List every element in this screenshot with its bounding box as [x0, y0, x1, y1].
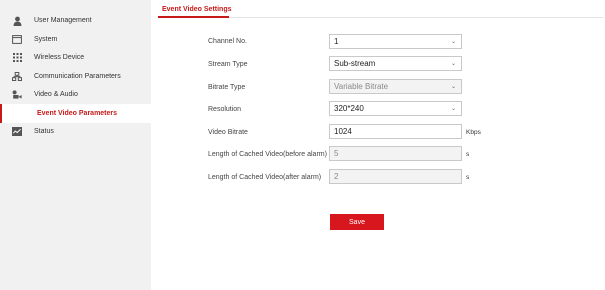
- sidebar-item-communication-parameters[interactable]: Communication Parameters: [0, 67, 151, 86]
- chevron-down-icon: ⌄: [450, 106, 456, 112]
- chevron-down-icon: ⌄: [450, 84, 456, 90]
- channel-no-label: Channel No.: [208, 38, 247, 45]
- sidebar-item-label: User Management: [34, 17, 92, 24]
- cached-after-value: 2: [334, 172, 339, 181]
- sidebar-item-system[interactable]: System: [0, 30, 151, 49]
- video-bitrate-value: 1024: [334, 127, 352, 136]
- cached-after-unit: s: [466, 174, 470, 181]
- channel-no-value: 1: [334, 37, 339, 46]
- video-bitrate-label: Video Bitrate: [208, 129, 248, 136]
- chevron-down-icon: ⌄: [450, 61, 456, 67]
- resolution-value: 320*240: [334, 104, 364, 113]
- sidebar-item-wireless-device[interactable]: Wireless Device: [0, 48, 151, 67]
- bitrate-type-select[interactable]: Variable Bitrate ⌄: [329, 79, 462, 94]
- system-icon: [12, 35, 22, 45]
- sidebar: User Management System Wireless Device C…: [0, 0, 151, 290]
- sidebar-item-label: Wireless Device: [34, 54, 85, 61]
- wireless-device-icon: [12, 53, 22, 63]
- sidebar-item-user-management[interactable]: User Management: [0, 11, 151, 30]
- channel-no-select[interactable]: 1 ⌄: [329, 34, 462, 49]
- sidebar-item-video-audio[interactable]: Video & Audio: [0, 85, 151, 104]
- cached-before-value: 5: [334, 149, 339, 158]
- sidebar-item-label: Video & Audio: [34, 91, 78, 98]
- cached-after-label: Length of Cached Video(after alarm): [208, 174, 322, 181]
- bitrate-type-label: Bitrate Type: [208, 84, 246, 91]
- tab-event-video-settings[interactable]: Event Video Settings: [162, 6, 232, 13]
- resolution-label: Resolution: [208, 106, 242, 113]
- chevron-down-icon: ⌄: [450, 39, 456, 45]
- stream-type-select[interactable]: Sub-stream ⌄: [329, 56, 462, 71]
- cached-before-label: Length of Cached Video(before alarm): [208, 151, 327, 158]
- cached-before-input[interactable]: 5: [329, 146, 462, 161]
- video-bitrate-input[interactable]: 1024: [329, 124, 462, 139]
- communication-icon: [12, 72, 22, 82]
- sidebar-item-label: Event Video Parameters: [37, 110, 118, 117]
- sidebar-item-status[interactable]: Status: [0, 122, 151, 141]
- stream-type-value: Sub-stream: [334, 59, 376, 68]
- resolution-select[interactable]: 320*240 ⌄: [329, 101, 462, 116]
- stream-type-label: Stream Type: [208, 61, 248, 68]
- sidebar-item-label: Status: [34, 128, 54, 135]
- sidebar-item-event-video-parameters[interactable]: Event Video Parameters: [0, 104, 151, 123]
- sidebar-item-label: Communication Parameters: [34, 73, 121, 80]
- video-bitrate-unit: Kbps: [466, 129, 481, 136]
- user-icon: [12, 16, 22, 26]
- sidebar-item-label: System: [34, 36, 58, 43]
- tab-active-indicator: [158, 16, 229, 18]
- status-icon: [12, 127, 22, 137]
- bitrate-type-value: Variable Bitrate: [334, 82, 389, 91]
- cached-after-input[interactable]: 2: [329, 169, 462, 184]
- save-button[interactable]: Save: [330, 214, 384, 230]
- cached-before-unit: s: [466, 151, 470, 158]
- video-audio-icon: [12, 89, 22, 100]
